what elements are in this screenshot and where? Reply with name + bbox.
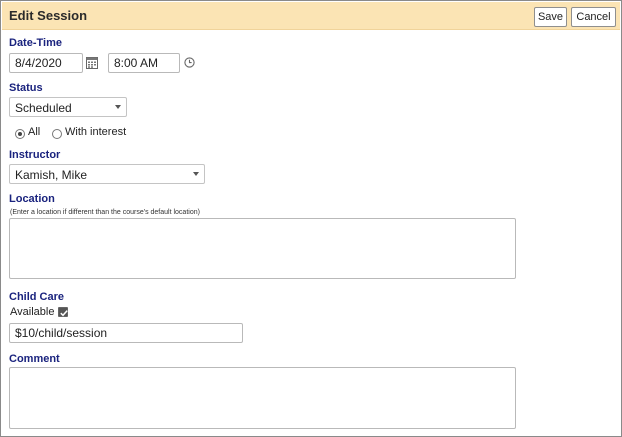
save-button[interactable]: Save [534,7,567,27]
date-input[interactable] [9,53,83,73]
comment-label: Comment [9,353,60,365]
edit-session-dialog: Edit Session Save Cancel Date-Time Statu… [0,0,622,437]
comment-textarea[interactable] [9,367,516,429]
available-label: Available [10,306,55,318]
available-checkbox[interactable] [58,307,68,317]
radio-with-interest-label: With interest [65,126,127,138]
location-label: Location [9,193,55,205]
time-input[interactable] [108,53,180,73]
radio-all[interactable] [15,129,25,139]
childcare-cost-input[interactable] [9,323,243,343]
instructor-label: Instructor [9,149,61,161]
clock-icon[interactable] [184,57,195,71]
radio-all-label: All [28,126,41,138]
dialog-header: Edit Session Save Cancel [2,2,620,30]
dialog-title: Edit Session [9,8,88,23]
chevron-down-icon [115,105,121,109]
datetime-label: Date-Time [9,37,62,49]
radio-with-interest[interactable] [52,129,62,139]
location-hint: (Enter a location if different than the … [10,209,200,216]
location-textarea[interactable] [9,218,516,279]
instructor-select-value: Kamish, Mike [15,168,88,182]
status-select-value: Scheduled [15,101,72,115]
instructor-select[interactable]: Kamish, Mike [9,164,205,184]
calendar-icon[interactable] [86,56,98,72]
status-select[interactable]: Scheduled [9,97,127,117]
cancel-button[interactable]: Cancel [571,7,616,27]
chevron-down-icon [193,172,199,176]
childcare-label: Child Care [9,291,65,303]
status-label: Status [9,82,43,94]
